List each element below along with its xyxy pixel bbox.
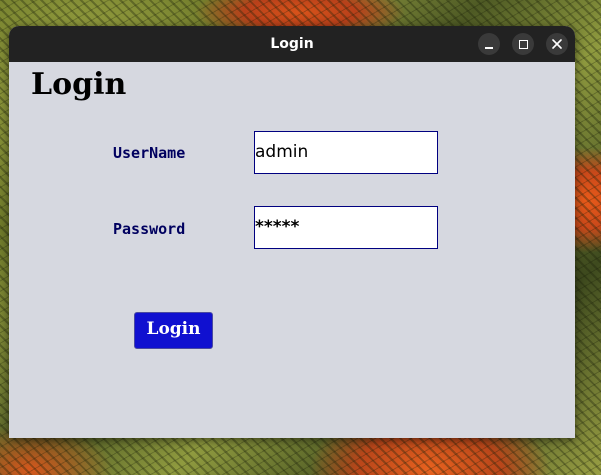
login-window: Login Login UserName Password Login <box>9 26 575 438</box>
login-form: Login UserName Password Login <box>9 62 575 438</box>
password-field[interactable] <box>254 206 438 249</box>
minimize-icon <box>485 47 493 49</box>
page-title: Login <box>31 67 127 102</box>
title-bar[interactable]: Login <box>9 26 575 62</box>
maximize-icon <box>519 40 528 49</box>
close-icon <box>552 39 562 49</box>
close-button[interactable] <box>546 33 568 55</box>
maximize-button[interactable] <box>512 33 534 55</box>
minimize-button[interactable] <box>478 33 500 55</box>
login-button[interactable]: Login <box>134 312 213 349</box>
username-field[interactable] <box>254 131 438 174</box>
username-label: UserName <box>113 144 186 162</box>
password-label: Password <box>113 220 186 238</box>
